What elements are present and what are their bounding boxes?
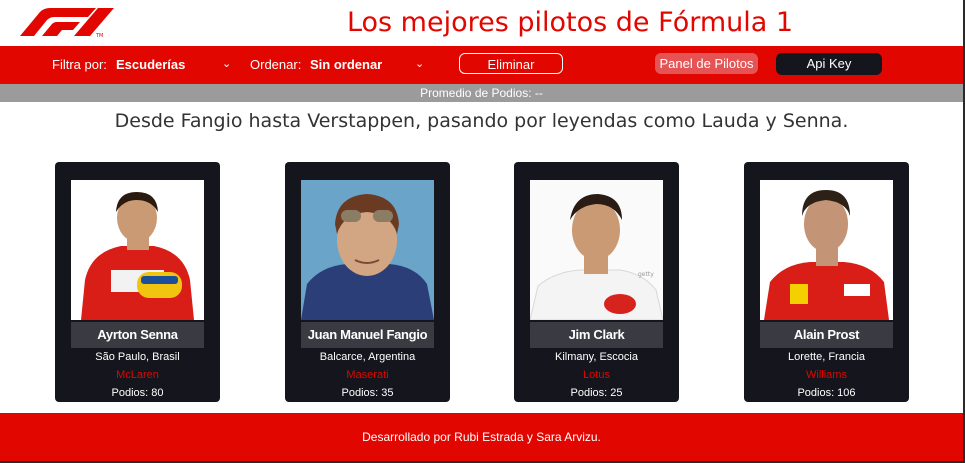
driver-card[interactable]: Juan Manuel Fangio Balcarce, Argentina M…	[285, 162, 450, 402]
driver-photo	[71, 180, 204, 320]
driver-card[interactable]: Ayrton Senna São Paulo, Brasil McLaren P…	[55, 162, 220, 402]
sort-select[interactable]: Sin ordenar	[310, 57, 382, 72]
page-title: Los mejores pilotos de Fórmula 1	[346, 7, 794, 38]
app-header: TM Los mejores pilotos de Fórmula 1	[0, 0, 963, 46]
svg-text:TM: TM	[95, 33, 103, 38]
filter-label: Filtra por:	[52, 57, 107, 72]
sort-label: Ordenar:	[250, 57, 302, 72]
svg-text:getty: getty	[638, 271, 654, 278]
driver-podiums: Podios: 35	[341, 387, 394, 399]
driver-podiums: Podios: 106	[797, 387, 856, 399]
driver-birthplace: Lorette, Francia	[787, 351, 866, 363]
driver-team: Williams	[806, 369, 847, 381]
driver-team: McLaren	[116, 369, 159, 381]
driver-photo	[301, 180, 434, 320]
driver-name: Juan Manuel Fangio	[301, 322, 434, 348]
footer: Desarrollado por Rubi Estrada y Sara Arv…	[0, 413, 963, 461]
driver-name: Jim Clark	[530, 322, 663, 348]
driver-birthplace: Balcarce, Argentina	[319, 351, 416, 363]
driver-photo	[760, 180, 893, 320]
driver-team: Maserati	[346, 369, 389, 381]
page-subtitle: Desde Fangio hasta Verstappen, pasando p…	[114, 110, 849, 132]
podium-average-bar: Promedio de Podios: --	[0, 84, 963, 102]
f1-logo[interactable]: TM	[18, 6, 118, 38]
driver-card[interactable]: getty Jim Clark Kilmany, Escocia Lotus P…	[514, 162, 679, 402]
delete-button[interactable]: Eliminar	[459, 53, 563, 74]
driver-photo: getty	[530, 180, 663, 320]
driver-team: Lotus	[583, 369, 610, 381]
driver-birthplace: São Paulo, Brasil	[95, 351, 180, 363]
filter-select[interactable]: Escuderías	[116, 57, 185, 72]
chevron-down-icon[interactable]: ⌄	[415, 57, 424, 70]
driver-card[interactable]: Alain Prost Lorette, Francia Williams Po…	[744, 162, 909, 402]
driver-panel-button[interactable]: Panel de Pilotos	[655, 53, 758, 74]
chevron-down-icon[interactable]: ⌄	[222, 57, 231, 70]
driver-name: Ayrton Senna	[71, 322, 204, 348]
driver-birthplace: Kilmany, Escocia	[555, 351, 638, 363]
driver-podiums: Podios: 80	[111, 387, 164, 399]
api-key-button[interactable]: Api Key	[776, 53, 882, 75]
driver-name: Alain Prost	[760, 322, 893, 348]
driver-podiums: Podios: 25	[570, 387, 623, 399]
